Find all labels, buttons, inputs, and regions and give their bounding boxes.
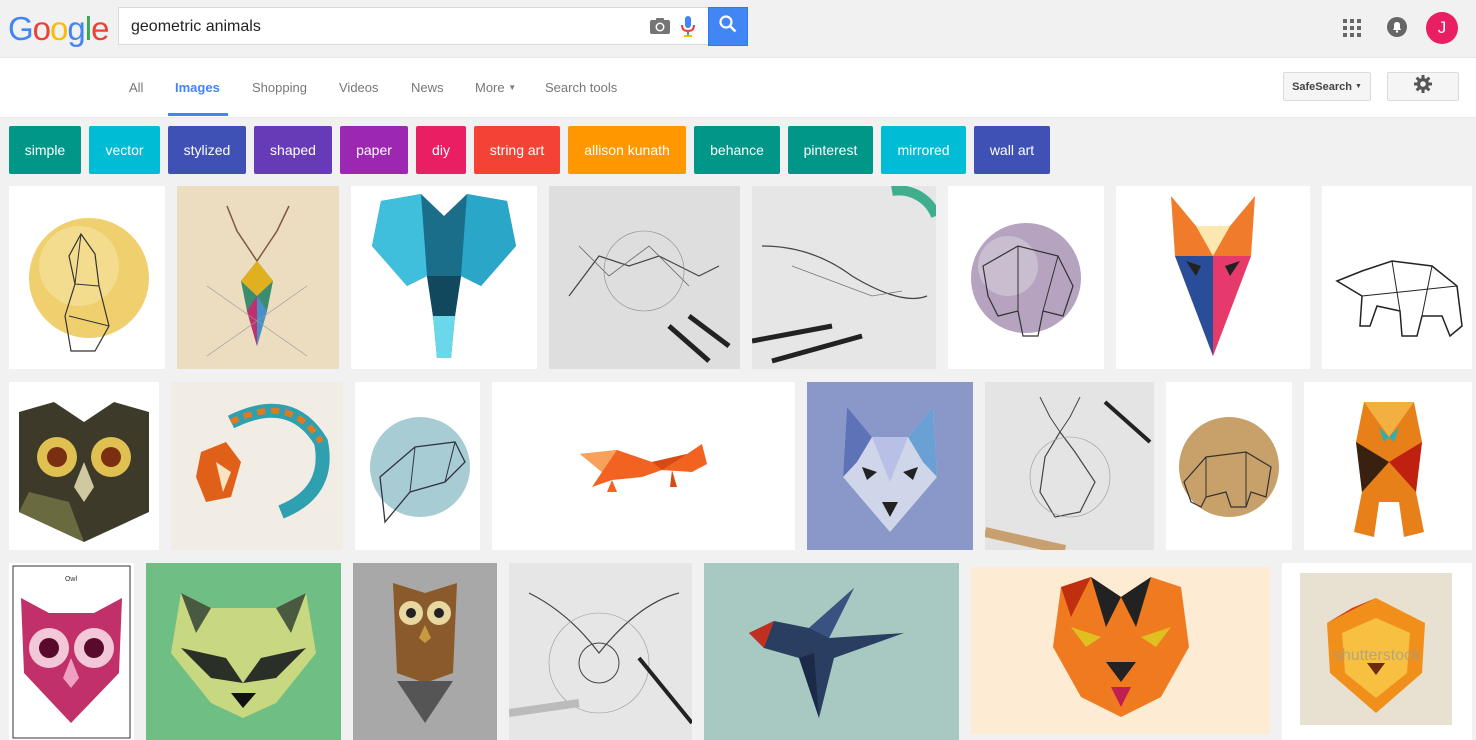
microphone-icon[interactable] [681,16,695,43]
search-icon [719,15,737,38]
image-result-orange-fox[interactable] [1116,186,1310,369]
google-logo[interactable]: Google [8,10,109,48]
account-avatar[interactable]: J [1426,12,1458,44]
safesearch-button[interactable]: SafeSearch ▼ [1283,72,1371,101]
active-tab-indicator [168,113,228,116]
chip-shaped[interactable]: shaped [254,126,332,174]
image-result-sketch-deer[interactable] [985,382,1154,550]
image-result-tiger-walking[interactable] [1304,382,1472,550]
chip-stylized[interactable]: stylized [168,126,246,174]
camera-icon[interactable] [649,17,671,40]
dropdown-arrow-icon: ▼ [508,83,517,92]
image-result-watercolor-elephant[interactable] [948,186,1104,369]
chip-mirrored[interactable]: mirrored [881,126,966,174]
tab-shopping[interactable]: Shopping [252,80,307,95]
chip-simple[interactable]: simple [9,126,81,174]
chip-paper[interactable]: paper [340,126,408,174]
image-result-geometric-deer[interactable] [177,186,339,369]
image-result-watercolor-wolf[interactable] [9,186,165,369]
tab-images[interactable]: Images [175,80,220,95]
search-input[interactable] [129,14,633,40]
image-result-brown-owl[interactable] [353,563,497,740]
tab-more[interactable]: More ▼ [475,80,516,95]
poster-caption: Owl [65,576,78,583]
image-result-tiger-face[interactable] [971,567,1270,734]
apps-grid-icon[interactable] [1342,18,1362,43]
notifications-bell-icon[interactable] [1386,16,1408,43]
search-button[interactable] [708,7,748,46]
chip-behance[interactable]: behance [694,126,780,174]
search-tools-button[interactable]: Search tools [545,80,617,95]
image-result-wolf-face[interactable] [807,382,973,550]
image-result-owl-face[interactable] [9,382,159,550]
chip-string-art[interactable]: string art [474,126,560,174]
gear-icon [1414,75,1432,98]
chip-pinterest[interactable]: pinterest [788,126,873,174]
settings-button[interactable] [1387,72,1459,101]
image-result-raccoon-face[interactable] [146,563,341,740]
tab-news[interactable]: News [411,80,444,95]
image-result-paper-swallow[interactable] [704,563,959,740]
search-box [118,7,708,45]
chip-wall-art[interactable]: wall art [974,126,1050,174]
tab-all[interactable]: All [129,80,143,95]
watermark-text: shutterstock [1334,647,1421,664]
image-result-sketch-whale[interactable] [752,186,936,369]
image-result-paper-fox[interactable] [492,382,795,550]
dropdown-arrow-icon: ▼ [1355,83,1362,90]
search-tabs-bar: All Images Shopping Videos News More ▼ S… [0,58,1476,118]
image-result-pink-owl[interactable]: Owl [9,563,134,740]
image-result-line-bear[interactable] [1322,186,1472,369]
image-result-sketch-owl[interactable] [509,563,692,740]
image-result-lion-face[interactable]: shutterstock [1282,563,1472,740]
image-result-feather-fox[interactable] [171,382,343,550]
chip-allison-kunath[interactable]: allison kunath [568,126,686,174]
chip-vector[interactable]: vector [89,126,160,174]
tab-videos[interactable]: Videos [339,80,379,95]
image-result-sketch-fox[interactable] [549,186,740,369]
image-result-watercolor-bear[interactable] [1166,382,1292,550]
chip-diy[interactable]: diy [416,126,466,174]
image-result-watercolor-shark[interactable] [355,382,480,550]
image-result-blue-elephant[interactable] [351,186,537,369]
top-bar: Google J [0,0,1476,58]
